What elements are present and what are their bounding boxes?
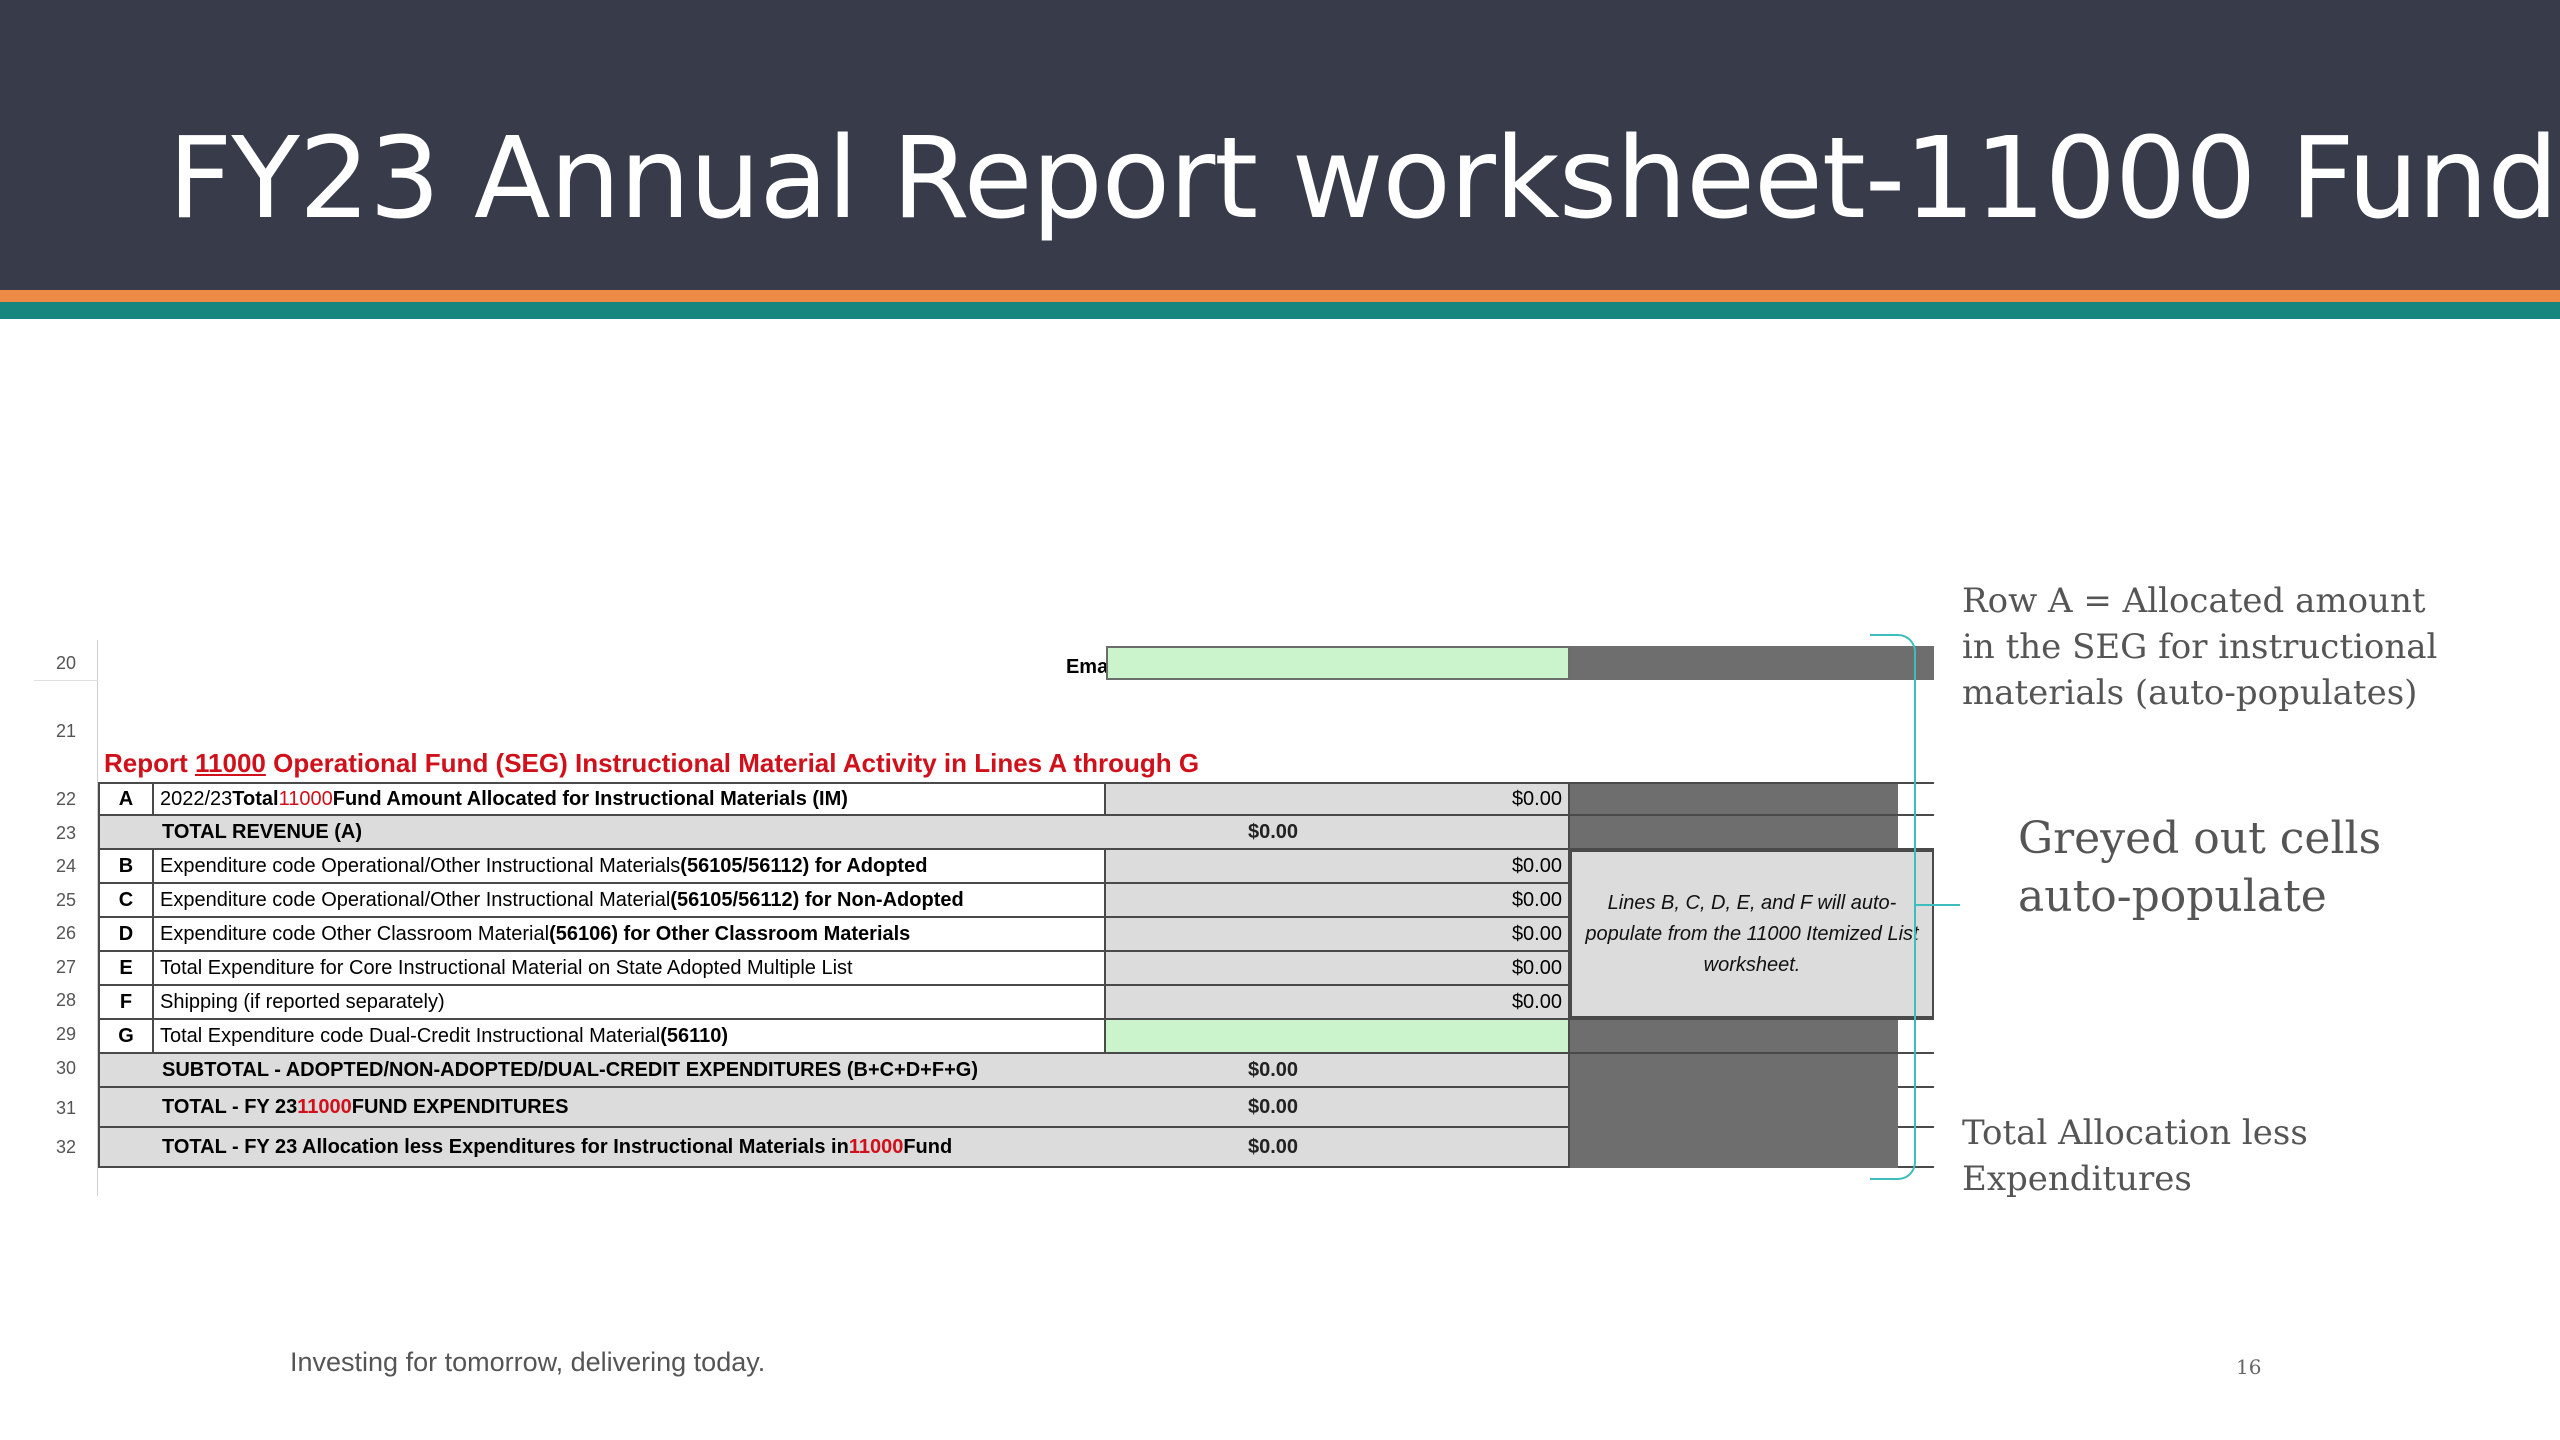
total-revenue-row: TOTAL REVENUE (A) $0.00 [98, 816, 1934, 850]
row-description: 2022/23 Total 11000 Fund Amount Allocate… [154, 784, 1106, 814]
row-description: Total Expenditure for Core Instructional… [154, 952, 1106, 984]
worksheet: 20 21 22 23 24 25 26 27 28 29 30 31 32 E… [34, 640, 1934, 1196]
greyed-cells-annotation: Greyed out cells auto-populate [2018, 813, 2382, 922]
row-amount[interactable]: $0.00 [1106, 784, 1570, 814]
row-number: 26 [55, 923, 77, 943]
total-allocation-annotation: Total Allocation less Expenditures [1962, 1113, 2308, 1199]
greyed-cell [1570, 816, 1898, 848]
accent-stripe-teal [0, 302, 2560, 319]
total-allocation-amount: $0.00 [1248, 1135, 1299, 1158]
slide-title: FY23 Annual Report worksheet-11000 Fund [168, 114, 2559, 244]
row-number: 31 [55, 1098, 77, 1118]
row-letter: E [98, 952, 154, 984]
row-number: 22 [55, 789, 77, 809]
row-letter: F [98, 986, 154, 1018]
dual-credit-input-cell[interactable] [1106, 1020, 1570, 1052]
row-number-column: 20 21 22 23 24 25 26 27 28 29 30 31 32 [34, 640, 98, 1196]
row-number: 27 [55, 957, 77, 977]
row-amount[interactable]: $0.00 [1106, 952, 1570, 984]
table-row-a: A 2022/23 Total 11000 Fund Amount Alloca… [98, 782, 1934, 816]
row-amount[interactable]: $0.00 [1106, 918, 1570, 950]
row-amount[interactable]: $0.00 [1106, 884, 1570, 916]
report-title: Report 11000 Operational Fund (SEG) Inst… [104, 748, 1200, 778]
total-revenue-label: TOTAL REVENUE (A) [98, 816, 1570, 848]
page-number: 16 [2236, 1355, 2262, 1379]
row-number: 20 [55, 653, 77, 673]
subtotal-amount: $0.00 [1248, 1058, 1299, 1081]
greyed-cell [1570, 1054, 1898, 1168]
row-description: Expenditure code Operational/Other Instr… [154, 884, 1106, 916]
total-expenditures-amount: $0.00 [1248, 1095, 1299, 1118]
row-number: 32 [55, 1137, 77, 1157]
row-letter: G [98, 1020, 154, 1052]
row-description: Expenditure code Other Classroom Materia… [154, 918, 1106, 950]
row-number: 25 [55, 890, 77, 910]
slide-footer: Investing for tomorrow, delivering today… [290, 1347, 766, 1377]
slide-header: FY23 Annual Report worksheet-11000 Fund [0, 0, 2560, 290]
row-description: Total Expenditure code Dual-Credit Instr… [154, 1020, 1106, 1052]
bracket-pointer [1916, 904, 1960, 906]
row-letter: B [98, 850, 154, 882]
row-number: 29 [55, 1024, 77, 1044]
total-allocation-label: TOTAL - FY 23 Allocation less Expenditur… [98, 1128, 1570, 1166]
row-letter: D [98, 918, 154, 950]
row-number: 23 [55, 823, 77, 843]
row-amount[interactable]: $0.00 [1106, 986, 1570, 1018]
email-input-cell[interactable] [1106, 646, 1570, 680]
row-number: 30 [55, 1058, 77, 1078]
row-number: 28 [55, 990, 77, 1010]
row-a-annotation: Row A = Allocated amount in the SEG for … [1962, 581, 2438, 713]
row-description: Shipping (if reported separately) [154, 986, 1106, 1018]
row-amount[interactable]: $0.00 [1106, 850, 1570, 882]
table-row-g: G Total Expenditure code Dual-Credit Ins… [98, 1020, 1934, 1054]
row-description: Expenditure code Operational/Other Instr… [154, 850, 1106, 882]
total-expenditures-label: TOTAL - FY 23 11000 FUND EXPENDITURES [98, 1088, 1570, 1126]
subtotal-label: SUBTOTAL - ADOPTED/NON-ADOPTED/DUAL-CRED… [98, 1054, 1570, 1086]
annotation-bracket [1870, 634, 1916, 1180]
accent-stripe-orange [0, 290, 2560, 302]
greyed-cell [1570, 784, 1898, 814]
row-letter: C [98, 884, 154, 916]
row-letter: A [98, 784, 154, 814]
row-number: 21 [55, 721, 77, 741]
greyed-cell [1570, 1020, 1898, 1052]
row-number: 24 [55, 856, 77, 876]
total-revenue-amount: $0.00 [1248, 820, 1299, 843]
